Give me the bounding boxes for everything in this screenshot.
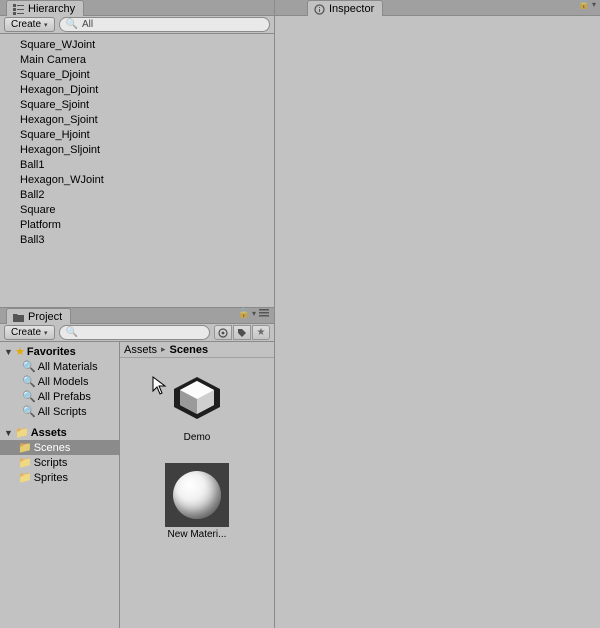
- hierarchy-item[interactable]: Square_WJoint: [20, 38, 274, 53]
- hierarchy-item[interactable]: Main Camera: [20, 53, 274, 68]
- hierarchy-search-text: All: [82, 19, 263, 30]
- hierarchy-list[interactable]: Square_WJointMain CameraSquare_DjointHex…: [0, 34, 274, 307]
- hierarchy-search-input[interactable]: 🔍 All: [59, 17, 270, 32]
- expand-icon: ▼: [4, 347, 13, 357]
- save-search-button[interactable]: ★: [252, 325, 270, 340]
- project-search-input[interactable]: 🔍: [59, 325, 210, 340]
- folder-item-label: Scripts: [34, 457, 68, 469]
- tree-favorite-item[interactable]: 🔍All Scripts: [0, 404, 119, 419]
- dropdown-icon: ▾: [44, 329, 48, 337]
- project-grid[interactable]: Demo New Materi...: [120, 358, 274, 628]
- assets-label: Assets: [31, 427, 67, 439]
- scene-thumbnail: [165, 366, 229, 430]
- asset-item-label: New Materi...: [168, 529, 227, 540]
- search-icon: 🔍: [66, 20, 78, 30]
- hierarchy-item[interactable]: Square: [20, 203, 274, 218]
- project-tree[interactable]: ▼★Favorites🔍All Materials🔍All Models🔍All…: [0, 342, 120, 628]
- project-create-button[interactable]: Create ▾: [4, 325, 55, 340]
- breadcrumb[interactable]: Assets ▸ Scenes: [120, 342, 274, 358]
- tree-folder-item[interactable]: 📁Scenes: [0, 440, 119, 455]
- panel-menu-button[interactable]: [258, 307, 270, 319]
- breadcrumb-item[interactable]: Assets: [124, 344, 157, 356]
- tree-favorites-header[interactable]: ▼★Favorites: [0, 344, 119, 359]
- hierarchy-panel: Hierarchy Create ▾ 🔍 All Square_WJointMa…: [0, 0, 275, 308]
- asset-item-label: Demo: [184, 432, 211, 443]
- tree-favorite-item[interactable]: 🔍All Materials: [0, 359, 119, 374]
- hierarchy-tab-label: Hierarchy: [28, 3, 75, 15]
- hierarchy-tab-row: Hierarchy: [0, 0, 274, 16]
- favorite-item-label: All Prefabs: [38, 391, 91, 403]
- hierarchy-item[interactable]: Hexagon_Sjoint: [20, 113, 274, 128]
- tree-favorite-item[interactable]: 🔍All Models: [0, 374, 119, 389]
- lock-icon[interactable]: 🔒: [578, 0, 590, 10]
- asset-item[interactable]: New Materi...: [162, 463, 232, 540]
- folder-icon: 📁: [18, 456, 32, 469]
- project-tab-label: Project: [28, 311, 62, 323]
- hierarchy-toolbar: Create ▾ 🔍 All: [0, 16, 274, 34]
- search-filter-icon: 🔍: [22, 375, 36, 388]
- material-thumbnail: [165, 463, 229, 527]
- hierarchy-item[interactable]: Hexagon_Djoint: [20, 83, 274, 98]
- tree-assets-header[interactable]: ▼📁Assets: [0, 425, 119, 440]
- project-tab[interactable]: Project: [6, 308, 71, 324]
- tree-folder-item[interactable]: 📁Sprites: [0, 470, 119, 485]
- inspector-tab-options: 🔒 ▾: [578, 0, 596, 10]
- breadcrumb-item[interactable]: Scenes: [170, 344, 209, 356]
- inspector-tab-label: Inspector: [329, 3, 374, 15]
- tree-folder-item[interactable]: 📁Scripts: [0, 455, 119, 470]
- search-filter-icon: 🔍: [22, 405, 36, 418]
- search-filter-icon: 🔍: [22, 390, 36, 403]
- inspector-icon: [314, 4, 325, 15]
- project-tab-row: Project 🔒 ▾: [0, 308, 274, 324]
- hierarchy-item[interactable]: Square_Sjoint: [20, 98, 274, 113]
- dropdown-icon: ▾: [44, 21, 48, 29]
- inspector-tab-row: Inspector 🔒 ▾: [275, 0, 600, 16]
- expand-icon: ▼: [4, 428, 13, 438]
- filter-by-label-button[interactable]: [233, 325, 251, 340]
- hierarchy-create-label: Create: [11, 19, 41, 30]
- hierarchy-item[interactable]: Hexagon_WJoint: [20, 173, 274, 188]
- hierarchy-item[interactable]: Ball2: [20, 188, 274, 203]
- hierarchy-item[interactable]: Ball1: [20, 158, 274, 173]
- project-toolbar: Create ▾ 🔍 ★: [0, 324, 274, 342]
- hierarchy-item[interactable]: Ball3: [20, 233, 274, 248]
- star-icon: ★: [257, 327, 266, 338]
- hierarchy-item[interactable]: Square_Djoint: [20, 68, 274, 83]
- project-content: Assets ▸ Scenes Demo New Materi...: [120, 342, 274, 628]
- breadcrumb-separator-icon: ▸: [161, 344, 166, 355]
- lock-icon[interactable]: 🔒: [238, 308, 250, 319]
- inspector-tab[interactable]: Inspector: [307, 0, 383, 16]
- favorite-item-label: All Scripts: [38, 406, 87, 418]
- hierarchy-create-button[interactable]: Create ▾: [4, 17, 55, 32]
- inspector-panel: Inspector 🔒 ▾: [275, 0, 600, 628]
- dropdown-icon: ▾: [592, 0, 596, 9]
- hierarchy-icon: [13, 4, 24, 15]
- favorite-item-label: All Models: [38, 376, 89, 388]
- search-icon: 🔍: [66, 328, 78, 338]
- folder-item-label: Scenes: [34, 442, 71, 454]
- hierarchy-item[interactable]: Square_Hjoint: [20, 128, 274, 143]
- folder-icon: 📁: [15, 426, 29, 439]
- folder-icon: 📁: [18, 441, 32, 454]
- favorite-item-label: All Materials: [38, 361, 98, 373]
- project-tab-options: 🔒 ▾: [238, 307, 270, 319]
- hierarchy-item[interactable]: Platform: [20, 218, 274, 233]
- folder-icon: 📁: [18, 471, 32, 484]
- project-panel: Project 🔒 ▾ Create ▾ 🔍: [0, 308, 275, 628]
- tree-favorite-item[interactable]: 🔍All Prefabs: [0, 389, 119, 404]
- project-icon: [13, 312, 24, 323]
- dropdown-icon: ▾: [252, 309, 256, 318]
- search-filter-icon: 🔍: [22, 360, 36, 373]
- asset-item[interactable]: Demo: [162, 366, 232, 443]
- hierarchy-item[interactable]: Hexagon_Sljoint: [20, 143, 274, 158]
- star-icon: ★: [15, 345, 25, 358]
- project-create-label: Create: [11, 327, 41, 338]
- hierarchy-tab[interactable]: Hierarchy: [6, 0, 84, 16]
- favorites-label: Favorites: [27, 346, 76, 358]
- project-body: ▼★Favorites🔍All Materials🔍All Models🔍All…: [0, 342, 274, 628]
- folder-item-label: Sprites: [34, 472, 68, 484]
- filter-by-type-button[interactable]: [214, 325, 232, 340]
